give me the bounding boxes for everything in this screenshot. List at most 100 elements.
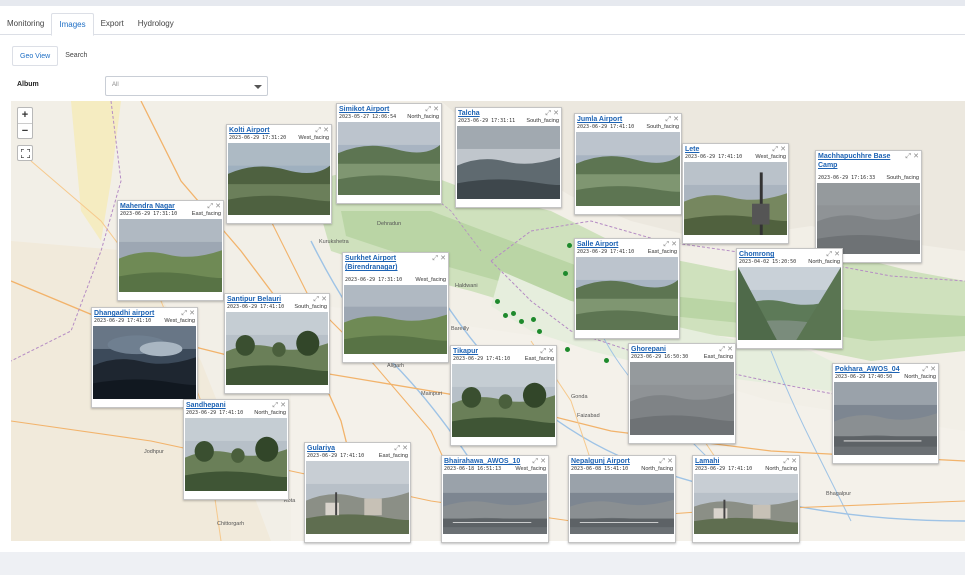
- expand-icon[interactable]: ⤢: [180, 310, 188, 317]
- station-title-link[interactable]: Jumla Airport: [577, 115, 661, 124]
- expand-icon[interactable]: ⤢: [206, 203, 214, 210]
- expand-icon[interactable]: ⤢: [544, 110, 552, 117]
- station-title-link[interactable]: Kolti Airport: [229, 126, 311, 135]
- camera-image[interactable]: [452, 364, 555, 437]
- camera-image[interactable]: [576, 257, 678, 330]
- camera-image[interactable]: [228, 143, 330, 215]
- expand-icon[interactable]: ⤢: [662, 241, 670, 248]
- zoom-out-button[interactable]: −: [18, 123, 32, 138]
- tab-search[interactable]: Search: [58, 46, 94, 66]
- close-icon[interactable]: ✕: [546, 348, 554, 355]
- camera-image[interactable]: [738, 267, 841, 340]
- close-icon[interactable]: ✕: [431, 106, 439, 113]
- camera-image[interactable]: [185, 418, 287, 491]
- station-title-link[interactable]: Sandhepani: [186, 401, 268, 410]
- expand-icon[interactable]: ⤢: [314, 127, 322, 134]
- expand-icon[interactable]: ⤢: [424, 106, 432, 113]
- camera-image[interactable]: [630, 362, 734, 435]
- camera-image[interactable]: [344, 285, 447, 354]
- close-icon[interactable]: ✕: [321, 127, 329, 134]
- station-title-link[interactable]: Mahendra Nagar: [120, 202, 203, 211]
- expand-icon[interactable]: ⤢: [718, 346, 726, 353]
- camera-image[interactable]: [457, 126, 560, 199]
- close-icon[interactable]: ✕: [187, 310, 195, 317]
- expand-icon[interactable]: ⤢: [271, 402, 279, 409]
- close-icon[interactable]: ✕: [551, 110, 559, 117]
- station-marker[interactable]: [495, 299, 500, 304]
- camera-image[interactable]: [306, 461, 409, 534]
- camera-image[interactable]: [226, 312, 328, 385]
- tab-geo-view[interactable]: Geo View: [12, 46, 59, 66]
- camera-image[interactable]: [834, 382, 937, 455]
- close-icon[interactable]: ✕: [538, 458, 546, 465]
- camera-image[interactable]: [93, 326, 196, 399]
- album-select[interactable]: All: [105, 76, 268, 96]
- tab-hydrology[interactable]: Hydrology: [131, 13, 181, 35]
- close-icon[interactable]: ✕: [911, 153, 919, 160]
- station-title-link[interactable]: Surkhet Airport (Birendranagar): [345, 254, 428, 272]
- station-title-link[interactable]: Pokhara_AWOS_04: [835, 365, 918, 374]
- station-title-link[interactable]: Gulariya: [307, 444, 390, 453]
- station-marker[interactable]: [531, 317, 536, 322]
- camera-image[interactable]: [570, 474, 674, 534]
- expand-icon[interactable]: ⤢: [825, 251, 833, 258]
- camera-image[interactable]: [694, 474, 798, 534]
- camera-image[interactable]: [119, 219, 222, 292]
- fullscreen-button[interactable]: [17, 145, 33, 161]
- camera-image[interactable]: [338, 122, 440, 195]
- camera-image[interactable]: [817, 183, 920, 254]
- expand-icon[interactable]: ⤢: [531, 458, 539, 465]
- station-title-link[interactable]: Dhangadhi airport: [94, 309, 177, 318]
- expand-icon[interactable]: ⤢: [431, 255, 439, 262]
- close-icon[interactable]: ✕: [400, 445, 408, 452]
- expand-icon[interactable]: ⤢: [664, 116, 672, 123]
- station-title-link[interactable]: Lete: [685, 145, 768, 154]
- tab-images[interactable]: Images: [51, 13, 94, 36]
- camera-image[interactable]: [684, 162, 787, 235]
- station-title-link[interactable]: Salle Airport: [577, 240, 659, 249]
- station-title-link[interactable]: Ghorepani: [631, 345, 715, 354]
- station-title-link[interactable]: Nepalgunj Airport: [571, 457, 655, 466]
- close-icon[interactable]: ✕: [665, 458, 673, 465]
- expand-icon[interactable]: ⤢: [393, 445, 401, 452]
- expand-icon[interactable]: ⤢: [312, 296, 320, 303]
- close-icon[interactable]: ✕: [789, 458, 797, 465]
- station-title-link[interactable]: Santipur Belauri: [227, 295, 309, 304]
- close-icon[interactable]: ✕: [278, 402, 286, 409]
- close-icon[interactable]: ✕: [319, 296, 327, 303]
- station-title-link[interactable]: Talcha: [458, 109, 541, 118]
- close-icon[interactable]: ✕: [669, 241, 677, 248]
- close-icon[interactable]: ✕: [725, 346, 733, 353]
- station-title-link[interactable]: Tikapur: [453, 347, 536, 356]
- expand-icon[interactable]: ⤢: [921, 366, 929, 373]
- station-title-link[interactable]: Simikot Airport: [339, 105, 421, 114]
- expand-icon[interactable]: ⤢: [782, 458, 790, 465]
- station-title-link[interactable]: Chomrong: [739, 250, 822, 259]
- camera-image[interactable]: [443, 474, 547, 534]
- station-marker[interactable]: [511, 311, 516, 316]
- close-icon[interactable]: ✕: [928, 366, 936, 373]
- close-icon[interactable]: ✕: [832, 251, 840, 258]
- station-marker[interactable]: [604, 358, 609, 363]
- station-marker[interactable]: [519, 319, 524, 324]
- expand-icon[interactable]: ⤢: [539, 348, 547, 355]
- close-icon[interactable]: ✕: [213, 203, 221, 210]
- station-title-link[interactable]: Machhapuchhre Base Camp: [818, 152, 901, 170]
- station-marker[interactable]: [567, 243, 572, 248]
- tab-export[interactable]: Export: [94, 13, 131, 35]
- close-icon[interactable]: ✕: [778, 146, 786, 153]
- station-title-link[interactable]: Bhairahawa_AWOS_10: [444, 457, 528, 466]
- tab-monitoring[interactable]: Monitoring: [0, 13, 51, 35]
- station-marker[interactable]: [537, 329, 542, 334]
- station-title-link[interactable]: Lamahi: [695, 457, 779, 466]
- expand-icon[interactable]: ⤢: [904, 153, 912, 160]
- station-marker[interactable]: [563, 271, 568, 276]
- zoom-in-button[interactable]: +: [18, 108, 32, 123]
- expand-icon[interactable]: ⤢: [658, 458, 666, 465]
- station-marker[interactable]: [565, 347, 570, 352]
- expand-icon[interactable]: ⤢: [771, 146, 779, 153]
- close-icon[interactable]: ✕: [438, 255, 446, 262]
- station-marker[interactable]: [503, 313, 508, 318]
- close-icon[interactable]: ✕: [671, 116, 679, 123]
- camera-image[interactable]: [576, 132, 680, 206]
